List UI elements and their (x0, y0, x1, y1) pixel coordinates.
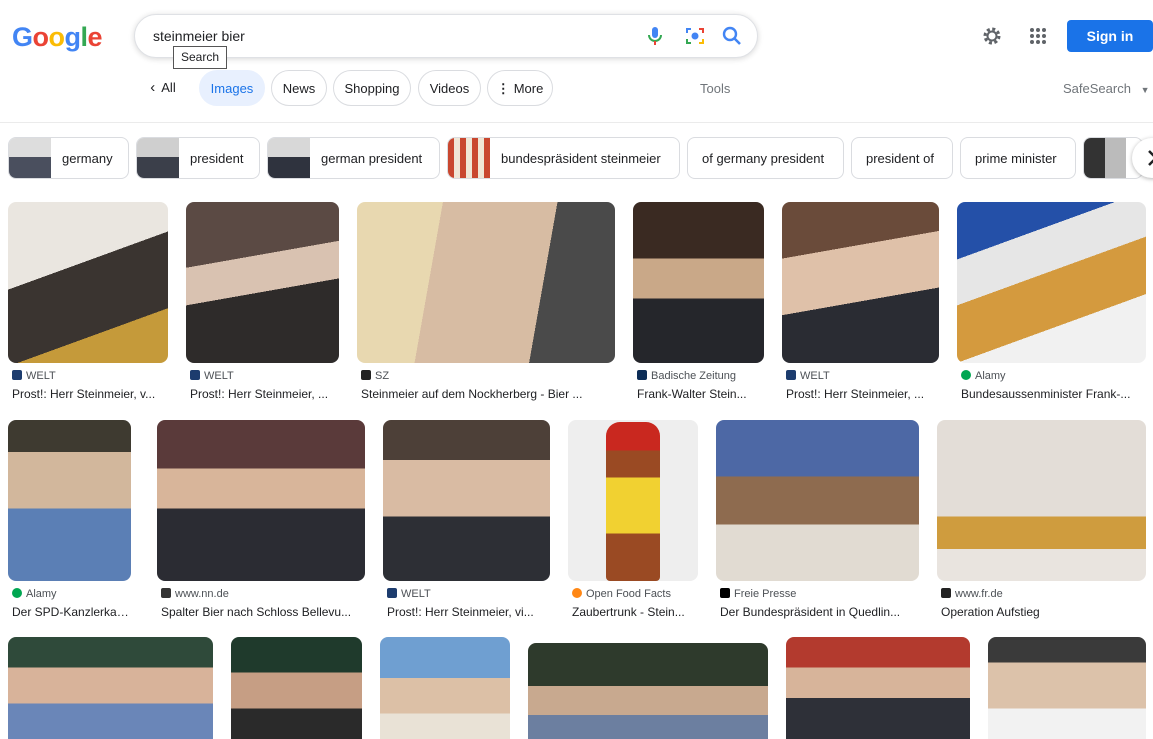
result-image[interactable] (937, 420, 1146, 581)
result-image[interactable] (8, 420, 131, 581)
nn-favicon-icon (161, 588, 171, 598)
gear-icon[interactable] (980, 24, 1004, 48)
result-source: Open Food Facts (572, 588, 671, 600)
result-source: www.nn.de (161, 588, 229, 600)
chip-thumbnail (137, 138, 179, 178)
alamy-favicon-icon (961, 370, 971, 380)
chip-president[interactable]: president (136, 137, 260, 179)
bz-favicon-icon (637, 370, 647, 380)
result-source: Badische Zeitung (637, 370, 736, 382)
result-title[interactable]: Der SPD-Kanzlerkan... (12, 605, 131, 619)
result-image[interactable] (357, 202, 615, 363)
tab-more[interactable]: ⋮ More (487, 70, 553, 106)
chip-thumbnail (1084, 138, 1126, 178)
search-icon[interactable] (720, 24, 744, 48)
result-image[interactable] (633, 202, 764, 363)
chip-thumbnail (268, 138, 310, 178)
search-tabs: ‹ All Images News Shopping Videos ⋮ More (0, 70, 1153, 108)
result-image[interactable] (231, 637, 362, 739)
sign-in-button[interactable]: Sign in (1067, 20, 1153, 52)
result-image[interactable] (8, 202, 168, 363)
camera-lens-icon[interactable] (683, 24, 707, 48)
tab-news[interactable]: News (271, 70, 327, 106)
apps-grid-icon[interactable] (1026, 24, 1050, 48)
sz-favicon-icon (361, 370, 371, 380)
chip-president-of[interactable]: president of (851, 137, 953, 179)
result-source: Alamy (12, 588, 57, 600)
result-title[interactable]: Prost!: Herr Steinmeier, v... (12, 387, 168, 401)
tools-button[interactable]: Tools (700, 81, 730, 96)
search-box[interactable]: steinmeier bier (134, 14, 758, 58)
result-source: www.fr.de (941, 588, 1003, 600)
result-image[interactable] (782, 202, 939, 363)
result-image[interactable] (157, 420, 365, 581)
result-source: SZ (361, 370, 389, 382)
result-image[interactable] (380, 637, 510, 739)
caret-down-icon: ▼ (1140, 85, 1150, 95)
result-image[interactable] (186, 202, 339, 363)
chip-german-president[interactable]: german president (267, 137, 440, 179)
result-image[interactable] (528, 643, 768, 739)
result-image[interactable] (957, 202, 1146, 363)
tab-all[interactable]: ‹ All (140, 70, 186, 106)
result-title[interactable]: Bundesaussenminister Frank-... (961, 387, 1146, 401)
chip-thumbnail (448, 138, 490, 178)
result-image[interactable] (568, 420, 698, 581)
chip-prime-minister[interactable]: prime minister (960, 137, 1076, 179)
tab-videos[interactable]: Videos (418, 70, 481, 106)
vertical-dots-icon: ⋮ (496, 81, 510, 96)
result-title[interactable]: Operation Aufstieg (941, 605, 1146, 619)
result-title[interactable]: Prost!: Herr Steinmeier, vi... (387, 605, 550, 619)
chevron-left-icon: ‹ (150, 79, 156, 96)
welt-favicon-icon (387, 588, 397, 598)
bottle-shape (606, 422, 660, 581)
result-title[interactable]: Prost!: Herr Steinmeier, ... (190, 387, 339, 401)
welt-favicon-icon (786, 370, 796, 380)
result-title[interactable]: Zaubertrunk - Stein... (572, 605, 698, 619)
search-tooltip: Search (173, 46, 228, 69)
welt-favicon-icon (190, 370, 200, 380)
chip-germany[interactable]: germany (8, 137, 129, 179)
google-logo[interactable]: Google (12, 22, 103, 53)
result-source: WELT (387, 588, 431, 600)
result-image[interactable] (8, 637, 213, 739)
result-source: Freie Presse (720, 588, 796, 600)
result-title[interactable]: Prost!: Herr Steinmeier, ... (786, 387, 939, 401)
result-title[interactable]: Der Bundespräsident in Quedlin... (720, 605, 919, 619)
fr-favicon-icon (941, 588, 951, 598)
chip-bundespraesident-steinmeier[interactable]: bundespräsident steinmeier (447, 137, 680, 179)
alamy-favicon-icon (12, 588, 22, 598)
result-source: WELT (12, 370, 56, 382)
tab-shopping[interactable]: Shopping (333, 70, 411, 106)
result-source: Alamy (961, 370, 1006, 382)
tab-images[interactable]: Images (199, 70, 265, 106)
chevron-right-icon (1148, 150, 1153, 166)
result-image[interactable] (786, 637, 970, 739)
result-title[interactable]: Frank-Walter Stein... (637, 387, 764, 401)
result-title[interactable]: Steinmeier auf dem Nockherberg - Bier ..… (361, 387, 615, 401)
safesearch-button[interactable]: SafeSearch ▼ (1063, 81, 1149, 96)
openfoodfacts-favicon-icon (572, 588, 582, 598)
microphone-icon[interactable] (643, 24, 667, 48)
result-source: WELT (786, 370, 830, 382)
search-input[interactable]: steinmeier bier (153, 28, 245, 44)
chip-of-germany-president[interactable]: of germany president (687, 137, 844, 179)
result-title[interactable]: Spalter Bier nach Schloss Bellevu... (161, 605, 365, 619)
result-image[interactable] (716, 420, 919, 581)
result-image[interactable] (988, 637, 1146, 739)
welt-favicon-icon (12, 370, 22, 380)
divider (0, 122, 1153, 123)
freiepresse-favicon-icon (720, 588, 730, 598)
result-source: WELT (190, 370, 234, 382)
chip-thumbnail (9, 138, 51, 178)
result-image[interactable] (383, 420, 550, 581)
